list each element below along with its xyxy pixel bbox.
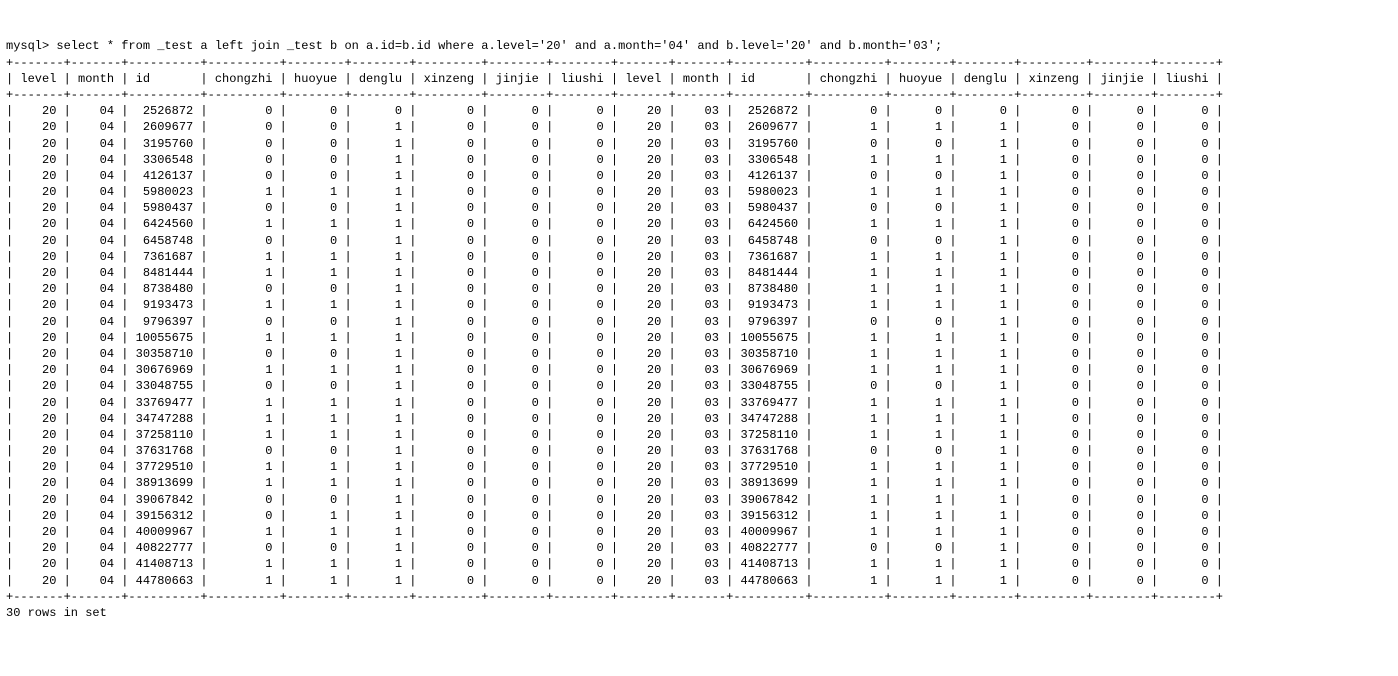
terminal-output: mysql> select * from _test a left join _… — [6, 38, 1392, 621]
